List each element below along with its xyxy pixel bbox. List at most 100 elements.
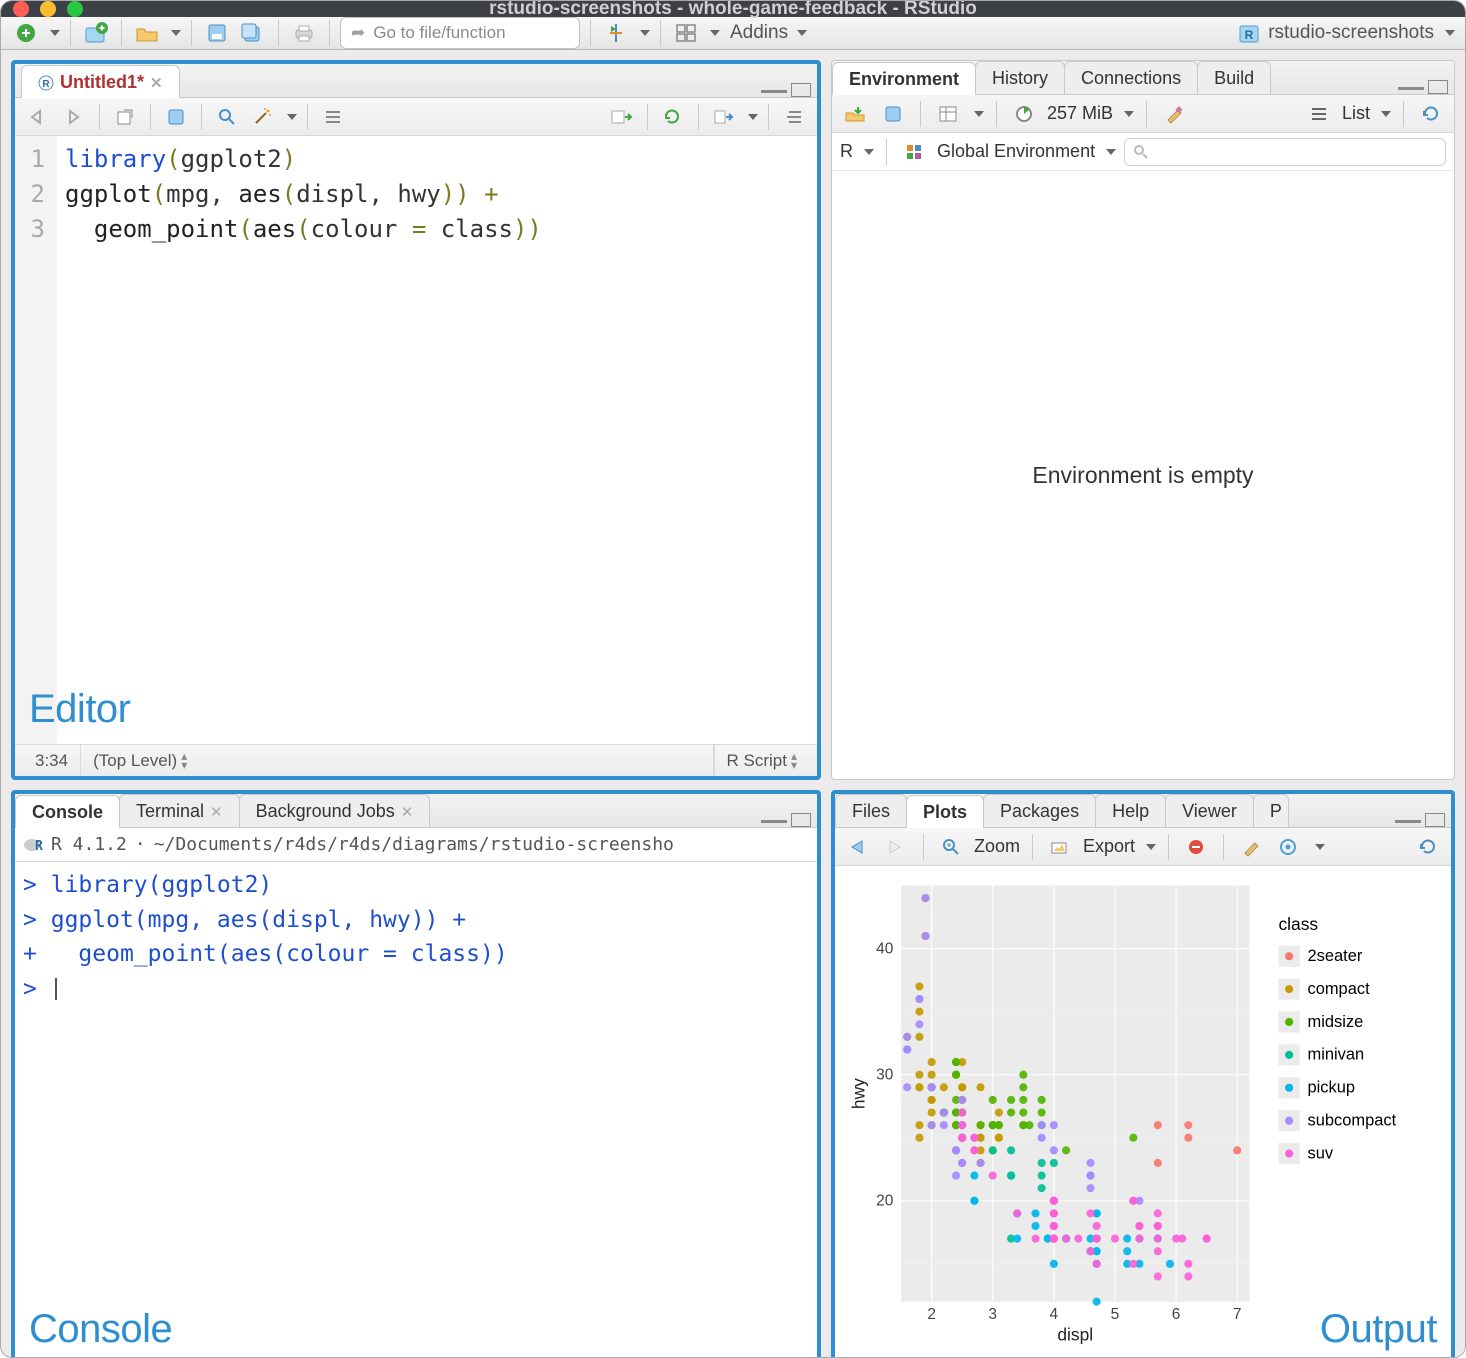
tab-plots[interactable]: Plots <box>906 795 984 828</box>
caret-down-icon[interactable] <box>797 30 807 36</box>
tab-viewer[interactable]: Viewer <box>1165 794 1254 827</box>
zoom-button[interactable] <box>936 833 966 861</box>
open-file-button[interactable] <box>132 19 162 47</box>
refresh-plot-button[interactable] <box>1413 833 1443 861</box>
minimize-pane-icon[interactable] <box>1395 817 1421 823</box>
tab-console[interactable]: Console <box>15 795 120 828</box>
caret-down-icon[interactable] <box>171 30 181 36</box>
tab-help[interactable]: Help <box>1095 794 1166 827</box>
goto-placeholder: Go to file/function <box>373 23 505 43</box>
caret-down-icon[interactable] <box>974 111 984 117</box>
scope-selector[interactable]: (Top Level)▴▾ <box>81 745 713 776</box>
wand-button[interactable] <box>248 103 278 131</box>
view-mode-label[interactable]: List <box>1342 103 1370 124</box>
refresh-button[interactable] <box>1416 100 1446 128</box>
console-body[interactable]: > library(ggplot2) > ggplot(mpg, aes(dis… <box>15 862 817 1358</box>
caret-down-icon[interactable] <box>1146 844 1156 850</box>
environment-scope[interactable]: Global Environment <box>937 141 1095 162</box>
plot-back-button[interactable] <box>843 833 873 861</box>
tab-presentation[interactable]: P <box>1253 794 1289 827</box>
file-type-selector[interactable]: R Script▴▾ <box>714 745 810 776</box>
back-button[interactable] <box>23 103 53 131</box>
source-button[interactable] <box>709 103 739 131</box>
caret-down-icon[interactable] <box>1315 844 1325 850</box>
remove-plot-button[interactable] <box>1181 833 1211 861</box>
section-button[interactable] <box>601 19 631 47</box>
global-toolbar: ➦ Go to file/function Addins R rstudio-s… <box>1 17 1465 50</box>
caret-down-icon[interactable] <box>710 30 720 36</box>
save-button[interactable] <box>202 19 232 47</box>
save-button[interactable] <box>161 103 191 131</box>
import-dataset-button[interactable] <box>933 100 963 128</box>
maximize-pane-icon[interactable] <box>1425 813 1445 827</box>
caret-down-icon[interactable] <box>287 114 297 120</box>
close-icon[interactable]: ✕ <box>210 803 223 821</box>
maximize-pane-icon[interactable] <box>1428 80 1448 94</box>
environment-scope-icon <box>899 138 929 166</box>
list-view-button[interactable] <box>1304 100 1334 128</box>
save-all-button[interactable] <box>238 19 268 47</box>
caret-down-icon[interactable] <box>864 149 874 155</box>
minimize-pane-icon[interactable] <box>761 87 787 93</box>
tab-connections[interactable]: Connections <box>1064 61 1198 94</box>
code-editor[interactable]: 1 2 3 library(ggplot2) ggplot(mpg, aes(d… <box>15 136 817 744</box>
tab-history[interactable]: History <box>975 61 1065 94</box>
new-file-button[interactable] <box>11 19 41 47</box>
editor-tab-untitled1[interactable]: R Untitled1* ✕ <box>21 65 180 98</box>
minimize-pane-icon[interactable] <box>1398 84 1424 90</box>
load-workspace-button[interactable] <box>840 100 870 128</box>
zoom-label[interactable]: Zoom <box>974 836 1020 857</box>
caret-down-icon[interactable] <box>1106 149 1116 155</box>
project-selector[interactable]: R rstudio-screenshots <box>1238 22 1455 44</box>
export-button[interactable] <box>1045 833 1075 861</box>
environment-toolbar: 257 MiB List <box>832 95 1454 133</box>
goto-file-function-input[interactable]: ➦ Go to file/function <box>340 17 580 49</box>
line-number: 2 <box>27 177 45 212</box>
output-pane: Files Plots Packages Help Viewer P Zoom <box>831 790 1455 1358</box>
minimize-pane-icon[interactable] <box>761 817 787 823</box>
caret-down-icon[interactable] <box>640 30 650 36</box>
editor-statusbar: 3:34 (Top Level)▴▾ R Script▴▾ <box>15 744 817 776</box>
print-button[interactable] <box>289 19 319 47</box>
code-area[interactable]: library(ggplot2) ggplot(mpg, aes(displ, … <box>57 136 817 744</box>
language-selector[interactable]: R <box>840 141 853 162</box>
tab-background-jobs[interactable]: Background Jobs✕ <box>239 794 431 827</box>
panes-button[interactable] <box>671 19 701 47</box>
find-button[interactable] <box>212 103 242 131</box>
clear-plots-button[interactable] <box>1236 833 1266 861</box>
tab-environment[interactable]: Environment <box>832 62 976 95</box>
r-file-icon: R <box>38 75 54 91</box>
tab-terminal[interactable]: Terminal✕ <box>119 794 240 827</box>
environment-search[interactable] <box>1124 138 1446 166</box>
outline-button[interactable] <box>318 103 348 131</box>
publish-button[interactable] <box>1274 833 1304 861</box>
svg-text:R: R <box>35 839 43 854</box>
run-button[interactable] <box>607 103 637 131</box>
caret-down-icon[interactable] <box>1124 111 1134 117</box>
editor-pane: R Untitled1* ✕ <box>11 60 821 780</box>
caret-down-icon[interactable] <box>748 114 758 120</box>
addins-menu[interactable]: Addins <box>730 22 788 44</box>
tab-build[interactable]: Build <box>1197 61 1271 94</box>
rerun-button[interactable] <box>658 103 688 131</box>
maximize-pane-icon[interactable] <box>791 813 811 827</box>
memory-usage-button[interactable] <box>1009 100 1039 128</box>
clear-workspace-button[interactable] <box>1159 100 1189 128</box>
caret-down-icon[interactable] <box>1381 111 1391 117</box>
maximize-pane-icon[interactable] <box>791 83 811 97</box>
document-outline-button[interactable] <box>779 103 809 131</box>
forward-button[interactable] <box>59 103 89 131</box>
plot-forward-button[interactable] <box>881 833 911 861</box>
close-tab-icon[interactable]: ✕ <box>150 74 163 92</box>
separator-dot: · <box>135 834 146 855</box>
caret-down-icon[interactable] <box>50 30 60 36</box>
open-in-new-button[interactable] <box>110 103 140 131</box>
export-label[interactable]: Export <box>1083 836 1135 857</box>
save-workspace-button[interactable] <box>878 100 908 128</box>
svg-text:7: 7 <box>1233 1306 1242 1323</box>
new-project-button[interactable] <box>81 19 111 47</box>
tab-files[interactable]: Files <box>835 794 907 827</box>
svg-text:hwy: hwy <box>848 1078 868 1109</box>
tab-packages[interactable]: Packages <box>983 794 1096 827</box>
close-icon[interactable]: ✕ <box>401 803 414 821</box>
